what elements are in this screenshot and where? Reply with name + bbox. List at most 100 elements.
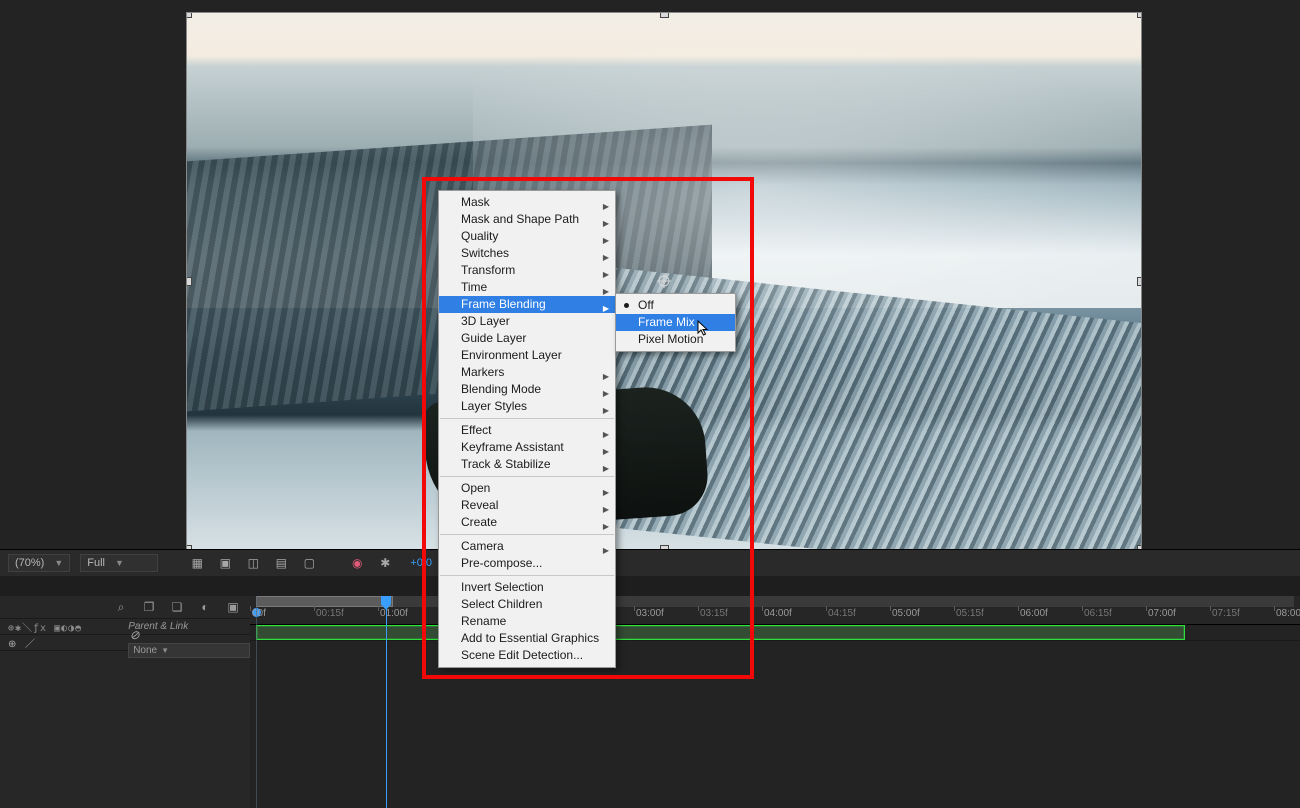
menu-item-quality[interactable]: Quality [439,228,615,245]
menu-item-time[interactable]: Time [439,279,615,296]
menu-item-track-stabilize[interactable]: Track & Stabilize [439,456,615,473]
time-tick: 00f [250,608,314,624]
resolution-value: Full [87,557,105,569]
layer-row[interactable]: ⊕ ／ ⊘ None ▼ [0,635,250,651]
switches-column-header: ⊕✱＼ƒx ▣◐◑◓ [0,619,122,634]
submenu-item-off[interactable]: Off [616,297,735,314]
layer-context-menu[interactable]: MaskMask and Shape PathQualitySwitchesTr… [438,190,616,668]
layer-panel: ⌕ ❐ ❏ ◐ ▣ ⊕✱＼ƒx ▣◐◑◓ Parent & Link ⊕ ／ ⊘… [0,596,251,808]
grid-guides-icon[interactable]: ▤ [272,555,290,571]
chevron-down-icon: ▼ [115,558,124,568]
tracks [250,624,1300,808]
frame-blend-icon[interactable]: ❏ [168,599,186,615]
pickwhip-icon[interactable]: ⊘ [128,627,141,643]
time-tick: 01:00f [378,608,442,624]
track-row[interactable] [250,624,1300,641]
zero-marker [256,596,257,808]
time-tick: 07:00f [1146,608,1210,624]
menu-item-rename[interactable]: Rename [439,613,615,630]
time-ruler[interactable]: 00f00:15f01:00f02:15f03:00f03:15f04:00f0… [250,596,1300,625]
menu-item-environment-layer[interactable]: Environment Layer [439,347,615,364]
menu-item-3d-layer[interactable]: 3D Layer [439,313,615,330]
transform-handle[interactable] [1137,12,1142,18]
exposure-reset-icon[interactable]: ✱ [376,555,394,571]
channel-icon[interactable]: ▢ [300,555,318,571]
exposure-value[interactable]: +0.0 [404,555,438,571]
parent-dropdown[interactable]: None ▼ [128,643,250,658]
time-tick: 06:15f [1082,608,1146,624]
motion-blur-icon[interactable]: ◐ [196,599,214,615]
anchor-point-icon[interactable] [657,274,671,288]
composition-panel: (70%) ▼ Full ▼ ▦ ▣ ◫ ▤ ▢ ◉ ✱ +0.0 📷 👁 ⏱ [0,0,1300,577]
transform-handle[interactable] [1137,277,1142,286]
menu-item-select-children[interactable]: Select Children [439,596,615,613]
menu-item-layer-styles[interactable]: Layer Styles [439,398,615,415]
transparency-grid-icon[interactable]: ▦ [188,555,206,571]
transform-handle[interactable] [186,12,192,18]
parent-value: None [133,645,157,656]
menu-item-mask[interactable]: Mask [439,194,615,211]
transform-handle[interactable] [186,277,192,286]
menu-item-frame-blending[interactable]: Frame Blending [439,296,615,313]
menu-item-guide-layer[interactable]: Guide Layer [439,330,615,347]
time-tick: 04:00f [762,608,826,624]
timeline-panel: ⌕ ❐ ❏ ◐ ▣ ⊕✱＼ƒx ▣◐◑◓ Parent & Link ⊕ ／ ⊘… [0,576,1300,808]
work-area-selection[interactable] [256,596,393,607]
menu-item-keyframe-assistant[interactable]: Keyframe Assistant [439,439,615,456]
zoom-value: (70%) [15,557,44,569]
color-management-icon[interactable]: ◉ [348,555,366,571]
menu-item-markers[interactable]: Markers [439,364,615,381]
menu-item-transform[interactable]: Transform [439,262,615,279]
time-tick: 08:00f [1274,608,1300,624]
menu-item-switches[interactable]: Switches [439,245,615,262]
menu-separator [440,418,614,419]
menu-item-camera[interactable]: Camera [439,538,615,555]
time-tick: 03:00f [634,608,698,624]
time-tick: 05:15f [954,608,1018,624]
layer-toolbar: ⌕ ❐ ❏ ◐ ▣ [0,596,250,619]
timeline-tabstrip[interactable] [0,576,1300,597]
layer-clip[interactable] [256,625,1185,640]
submenu-item-pixel-motion[interactable]: Pixel Motion [616,331,735,348]
menu-separator [440,575,614,576]
menu-item-pre-compose[interactable]: Pre-compose... [439,555,615,572]
time-tick: 07:15f [1210,608,1274,624]
chevron-down-icon: ▼ [161,646,169,655]
search-icon[interactable]: ⌕ [112,599,130,615]
preview-footer: (70%) ▼ Full ▼ ▦ ▣ ◫ ▤ ▢ ◉ ✱ +0.0 📷 👁 ⏱ [0,549,1300,576]
region-of-interest-icon[interactable]: ◫ [244,555,262,571]
tick-row: 00f00:15f01:00f02:15f03:00f03:15f04:00f0… [250,608,1300,624]
playhead[interactable] [386,596,387,808]
menu-item-scene-edit-detection[interactable]: Scene Edit Detection... [439,647,615,664]
menu-item-add-to-essential-graphics[interactable]: Add to Essential Graphics [439,630,615,647]
mask-toggle-icon[interactable]: ▣ [216,555,234,571]
track-area: 00f00:15f01:00f02:15f03:00f03:15f04:00f0… [250,596,1300,808]
resolution-dropdown[interactable]: Full ▼ [80,554,158,572]
zoom-dropdown[interactable]: (70%) ▼ [8,554,70,572]
time-tick: 06:00f [1018,608,1082,624]
preview-viewport[interactable] [186,12,1142,550]
layer-switch-icon[interactable]: ⊕ [8,639,17,650]
menu-item-reveal[interactable]: Reveal [439,497,615,514]
time-tick: 05:00f [890,608,954,624]
menu-item-mask-and-shape-path[interactable]: Mask and Shape Path [439,211,615,228]
check-dot-icon [624,303,629,308]
chevron-down-icon: ▼ [54,558,63,568]
time-tick: 04:15f [826,608,890,624]
menu-separator [440,534,614,535]
menu-separator [440,476,614,477]
menu-item-effect[interactable]: Effect [439,422,615,439]
menu-item-open[interactable]: Open [439,480,615,497]
submenu-item-frame-mix[interactable]: Frame Mix [616,314,735,331]
menu-item-invert-selection[interactable]: Invert Selection [439,579,615,596]
time-tick: 03:15f [698,608,762,624]
layer-switch-icon[interactable]: ／ [25,639,36,650]
transform-handle[interactable] [660,12,669,18]
menu-item-blending-mode[interactable]: Blending Mode [439,381,615,398]
work-area-bar[interactable] [256,596,1294,607]
shy-toggle-icon[interactable]: ❐ [140,599,158,615]
frame-blending-submenu[interactable]: OffFrame MixPixel Motion [615,293,736,352]
menu-item-create[interactable]: Create [439,514,615,531]
time-tick: 00:15f [314,608,378,624]
graph-editor-icon[interactable]: ▣ [224,599,242,615]
